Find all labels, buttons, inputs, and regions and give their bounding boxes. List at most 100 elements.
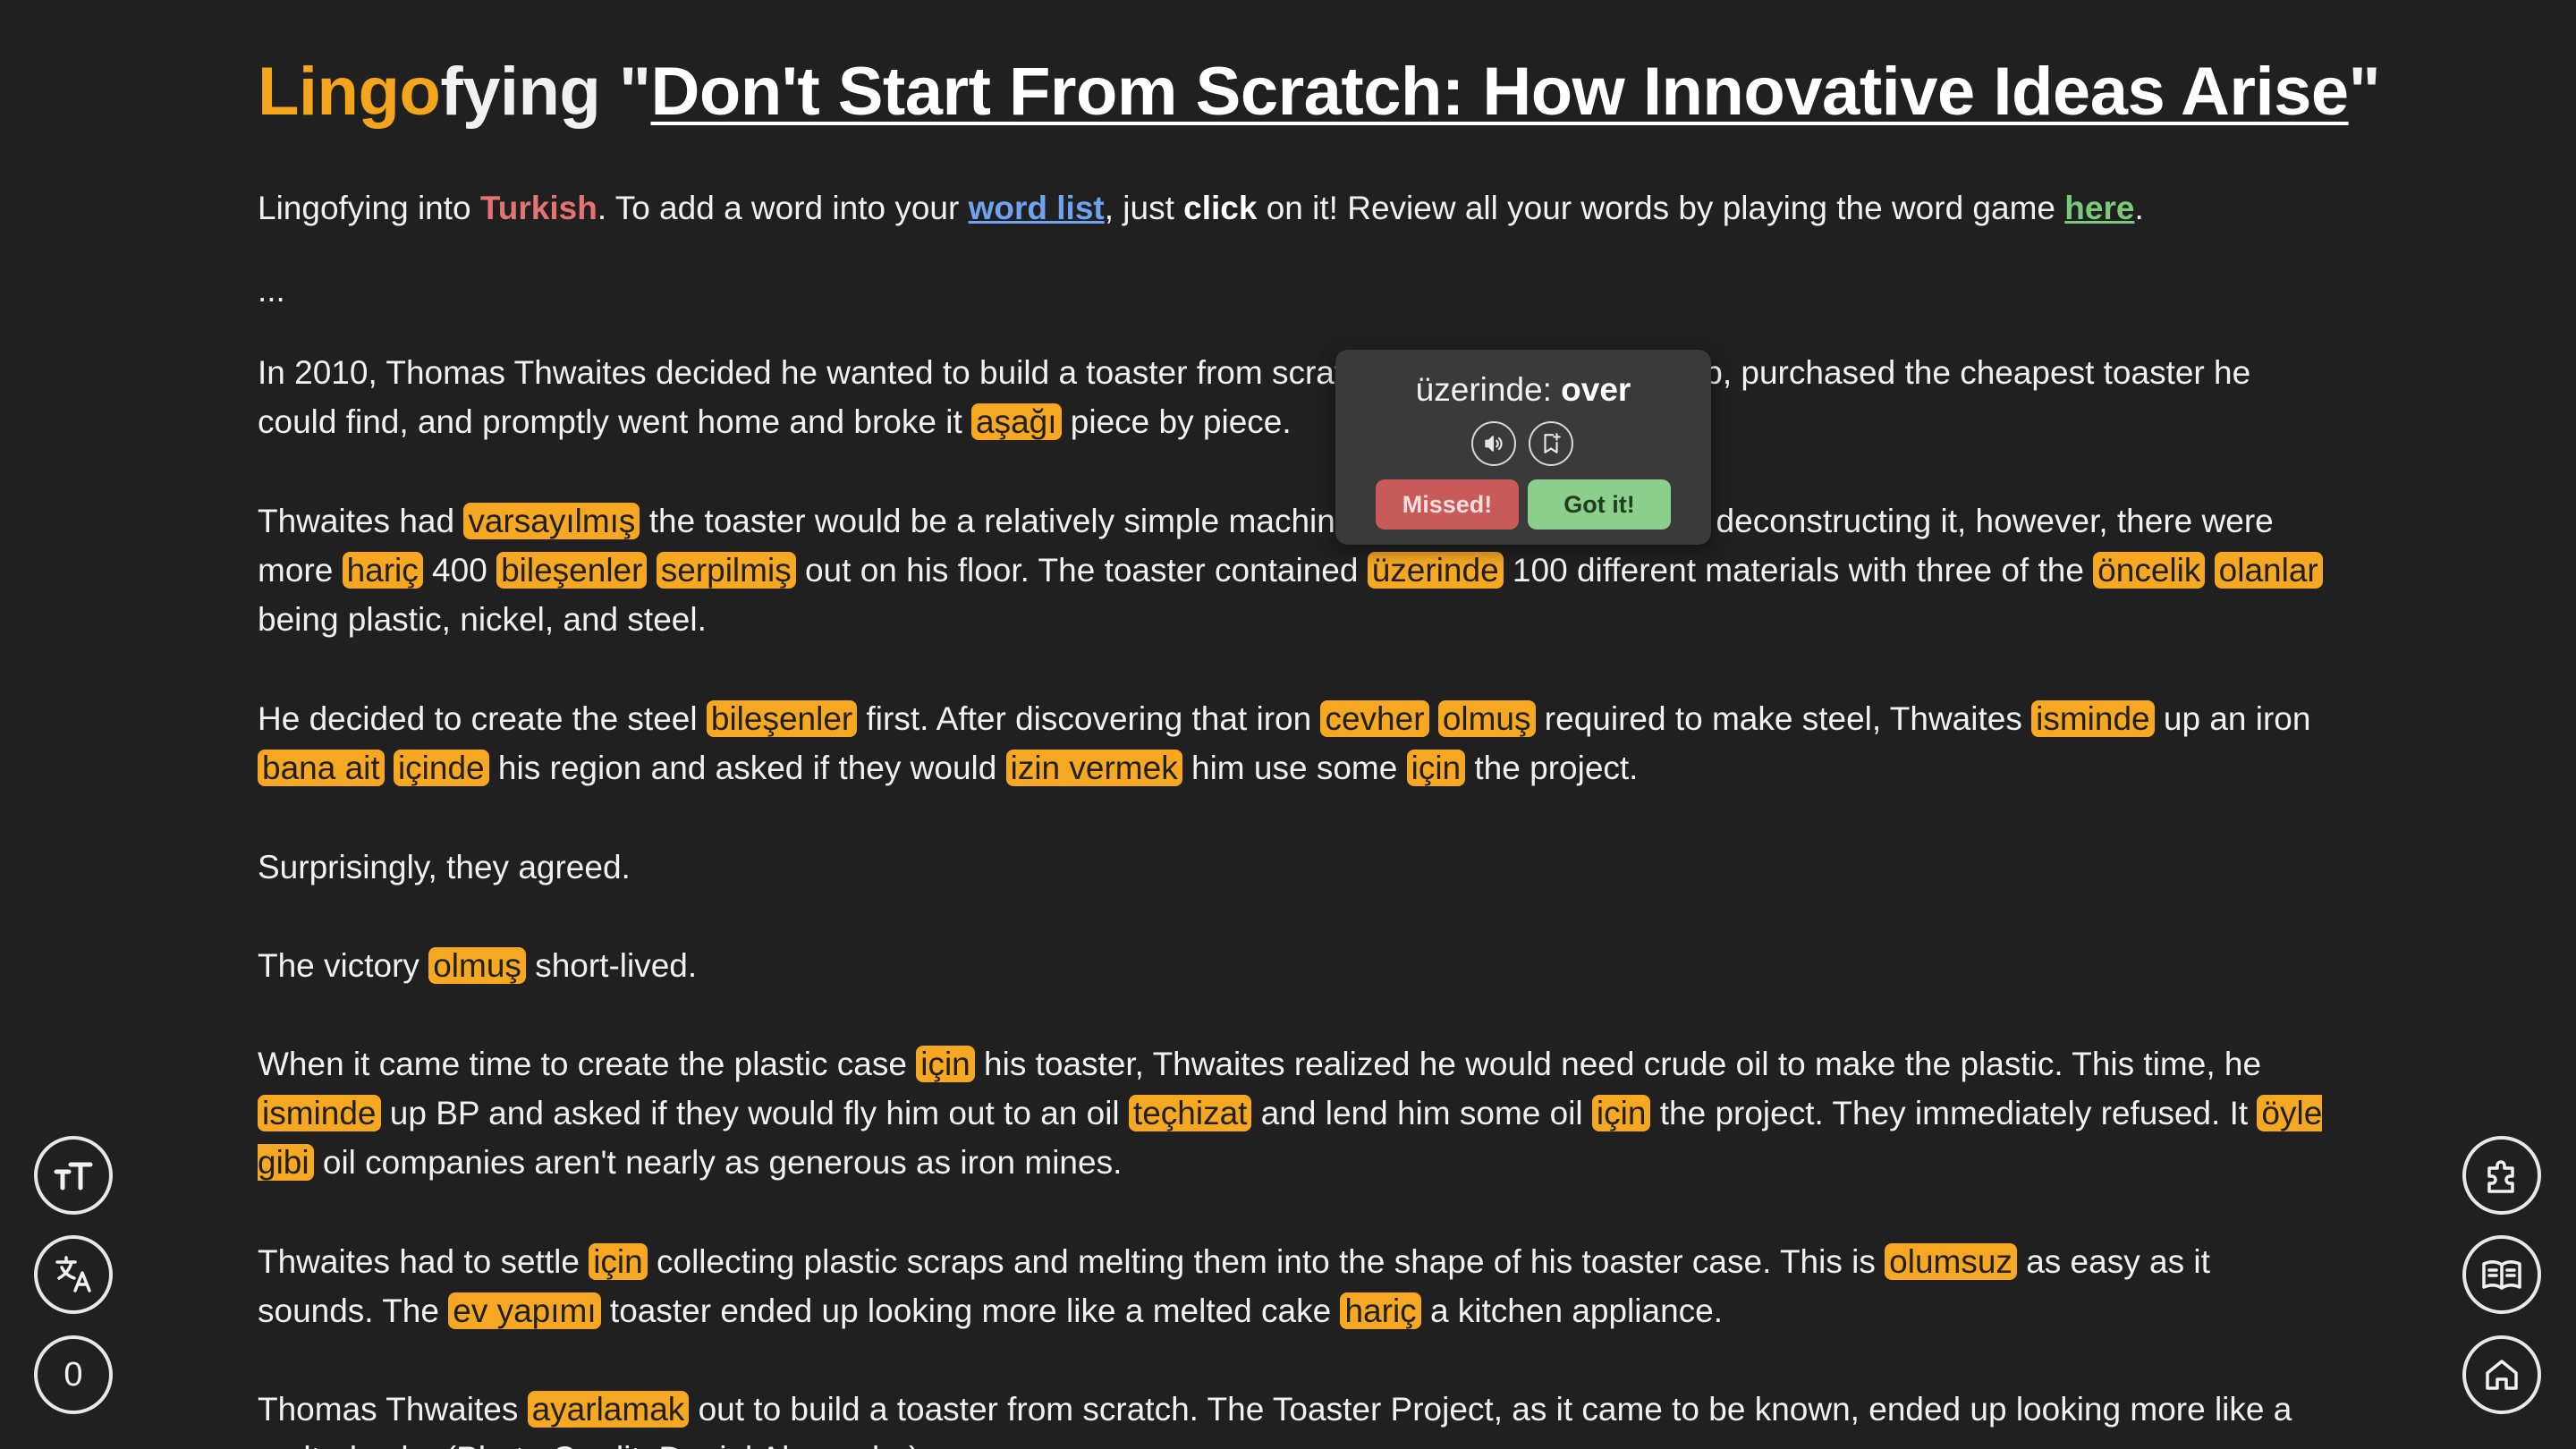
translated-word[interactable]: teçhizat: [1128, 1095, 1252, 1131]
paragraph-text: first. After discovering that iron: [857, 700, 1321, 737]
home-icon: [2486, 1360, 2518, 1390]
paragraph-text: [385, 750, 394, 786]
translated-word[interactable]: serpilmiş: [656, 552, 796, 589]
translated-word[interactable]: için: [1591, 1095, 1651, 1131]
translated-word[interactable]: ayarlamak: [527, 1391, 690, 1428]
paragraph-text: up BP and asked if they would fly him ou…: [380, 1095, 1129, 1131]
paragraph-text: his region and asked if they would: [488, 750, 1006, 786]
translated-word[interactable]: isminde: [2031, 700, 2155, 737]
translated-word[interactable]: için: [589, 1243, 648, 1280]
page-title: Lingofying "Don't Start From Scratch: Ho…: [258, 52, 2381, 132]
translated-word[interactable]: hariç: [1340, 1292, 1421, 1329]
intro-text-5: .: [2134, 190, 2144, 226]
translated-word[interactable]: varsayılmış: [463, 503, 640, 539]
translated-word[interactable]: için: [1406, 750, 1466, 786]
translated-word[interactable]: olmuş: [428, 947, 526, 984]
translated-word[interactable]: aşağı: [971, 403, 1062, 440]
brand-fying: fying: [440, 54, 601, 130]
intro-text-1: Lingofying into: [258, 190, 480, 226]
translated-word[interactable]: olumsuz: [1885, 1243, 2017, 1280]
translated-word[interactable]: olmuş: [1437, 700, 1536, 737]
translate-icon: [55, 1256, 91, 1292]
paragraph-text: and lend him some oil: [1251, 1095, 1592, 1131]
paragraph-text: oil companies aren't nearly as generous …: [313, 1144, 1123, 1181]
bookmark-add-button[interactable]: [1529, 421, 1573, 466]
paragraph-text: Surprisingly, they agreed.: [258, 849, 631, 886]
paragraph-text: the project.: [1465, 750, 1639, 786]
paragraph-text: being plastic, nickel, and steel.: [258, 601, 707, 638]
click-emphasis: click: [1183, 190, 1258, 226]
font-size-button[interactable]: [34, 1136, 113, 1215]
bookmark-add-icon: [1544, 433, 1561, 453]
paragraph-text: The victory: [258, 947, 429, 984]
paragraph-2: Thwaites had varsayılmış the toaster wou…: [258, 496, 2333, 644]
popup-word: üzerinde: [1415, 371, 1543, 408]
word-counter-button[interactable]: 0: [34, 1335, 113, 1414]
translated-word[interactable]: üzerinde: [1367, 552, 1504, 589]
translated-word[interactable]: izin vermek: [1005, 750, 1182, 786]
translated-word[interactable]: hariç: [342, 552, 423, 589]
ellipsis: ...: [258, 272, 285, 309]
popup-word-line: üzerinde: over: [1335, 371, 1711, 409]
paragraph-text: [1429, 700, 1438, 737]
paragraph-text: Thwaites had to settle: [258, 1243, 589, 1280]
translated-word[interactable]: bana ait: [258, 750, 385, 786]
paragraph-text: him use some: [1182, 750, 1407, 786]
article-title-link[interactable]: Don't Start From Scratch: How Innovative…: [651, 54, 2350, 130]
translated-word[interactable]: içinde: [393, 750, 489, 786]
target-language: Turkish: [479, 190, 597, 226]
missed-button[interactable]: Missed!: [1376, 479, 1519, 530]
paragraph-text: the project. They immediately refused. I…: [1650, 1095, 2258, 1131]
translated-word[interactable]: olanlar: [2214, 552, 2323, 589]
title-quote-close: ": [2348, 54, 2381, 130]
paragraph-text: up an iron: [2154, 700, 2311, 737]
intro-text-4: on it! Review all your words by playing …: [1257, 190, 2065, 226]
paragraph-text: his toaster, Thwaites realized he would …: [974, 1046, 2262, 1082]
paragraph-8: Thomas Thwaites ayarlamak out to build a…: [258, 1385, 2333, 1449]
translated-word[interactable]: için: [916, 1046, 975, 1082]
popup-translation: over: [1561, 371, 1631, 408]
paragraph-5: The victory olmuş short-lived.: [258, 941, 2333, 990]
word-list-link[interactable]: word list: [969, 190, 1105, 226]
paragraph-4: Surprisingly, they agreed.: [258, 843, 2333, 892]
translated-word[interactable]: isminde: [258, 1095, 381, 1131]
word-game-link[interactable]: here: [2064, 190, 2134, 226]
speaker-button[interactable]: [1471, 421, 1516, 466]
word-counter: 0: [64, 1355, 83, 1394]
paragraph-text: Thomas Thwaites: [258, 1391, 528, 1428]
paragraph-text: 400: [422, 552, 497, 589]
brand-lingo: Lingo: [258, 54, 441, 130]
translated-word[interactable]: öncelik: [2093, 552, 2206, 589]
translated-word[interactable]: cevher: [1320, 700, 1429, 737]
puzzle-button[interactable]: [2462, 1136, 2541, 1215]
paragraph-text: When it came time to create the plastic …: [258, 1046, 917, 1082]
paragraph-text: He decided to create the steel: [258, 700, 707, 737]
intro-text-3: , just: [1104, 190, 1184, 226]
translated-word[interactable]: bileşenler: [496, 552, 648, 589]
paragraph-1: In 2010, Thomas Thwaites decided he want…: [258, 348, 2333, 446]
paragraph-text: piece by piece.: [1061, 403, 1292, 440]
paragraph-text: toaster ended up looking more like a mel…: [600, 1292, 1341, 1329]
got-it-button[interactable]: Got it!: [1528, 479, 1671, 530]
reader-button[interactable]: [2462, 1235, 2541, 1314]
speaker-icon: [1485, 436, 1503, 452]
paragraph-6: When it came time to create the plastic …: [258, 1039, 2333, 1187]
paragraph-text: required to make steel, Thwaites: [1535, 700, 2032, 737]
paragraph-text: [2205, 552, 2214, 589]
font-size-icon: [54, 1162, 93, 1191]
popup-separator: :: [1542, 371, 1562, 408]
paragraph-text: short-lived.: [525, 947, 698, 984]
title-quote-open: ": [600, 54, 651, 130]
intro-text-2: . To add a word into your: [597, 190, 969, 226]
translated-word[interactable]: bileşenler: [706, 700, 858, 737]
paragraph-text: 100 different materials with three of th…: [1503, 552, 2094, 589]
intro-text: Lingofying into Turkish. To add a word i…: [258, 183, 2333, 233]
translation-popup: üzerinde: over Missed! Got it!: [1335, 350, 1711, 545]
page: Lingofying "Don't Start From Scratch: Ho…: [0, 0, 2576, 1449]
paragraph-text: a kitchen appliance.: [1420, 1292, 1724, 1329]
translate-button[interactable]: [34, 1235, 113, 1314]
home-button[interactable]: [2462, 1335, 2541, 1414]
paragraph-text: [647, 552, 656, 589]
paragraph-text: collecting plastic scraps and melting th…: [647, 1243, 1885, 1280]
translated-word[interactable]: ev yapımı: [448, 1292, 601, 1329]
